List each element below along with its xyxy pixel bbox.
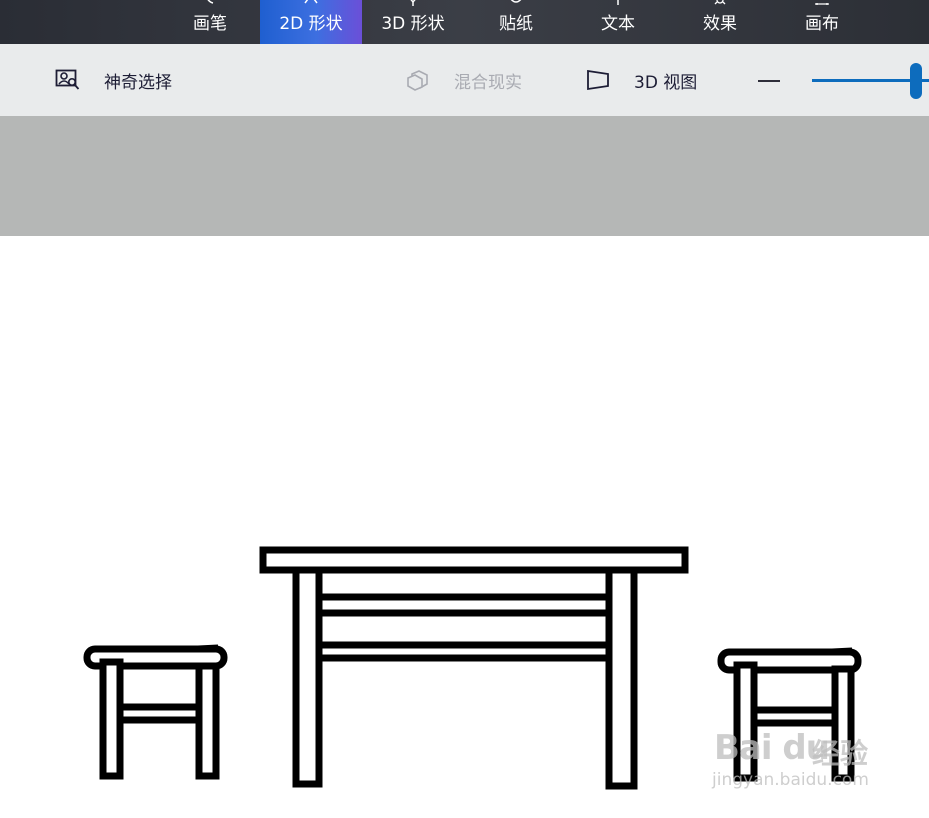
mixed-reality-label: 混合现实: [454, 72, 522, 93]
mixed-reality-button[interactable]: 混合现实: [406, 44, 522, 116]
tab-canvas[interactable]: 画布: [771, 0, 873, 44]
tab-stickers[interactable]: 贴纸: [465, 0, 567, 44]
magic-select-icon: [55, 69, 80, 90]
tab-label: 画布: [805, 14, 839, 34]
canvas-icon: [815, 3, 829, 5]
tab-label: 效果: [703, 14, 737, 34]
table-drawing: [259, 546, 689, 790]
left-stool-drawing: [83, 644, 228, 780]
tab-brushes[interactable]: 画笔: [159, 0, 261, 44]
tab-label: 画笔: [193, 14, 227, 34]
tab-label: 2D 形状: [279, 14, 343, 34]
3d-view-button[interactable]: 3D 视图: [586, 44, 697, 116]
tab-label: 文本: [601, 14, 635, 34]
zoom-slider-thumb[interactable]: [910, 63, 922, 99]
text-icon: [617, 0, 619, 5]
baidu-watermark: Bai du 经验 jingyan.baidu.com: [712, 728, 882, 798]
tab-label: 贴纸: [499, 14, 533, 34]
workspace-background: [0, 116, 929, 236]
watermark-url: jingyan.baidu.com: [712, 770, 869, 790]
effects-icon: [714, 0, 726, 5]
tab-label: 3D 形状: [381, 14, 445, 34]
2d-shapes-icon: [304, 0, 318, 4]
mixed-reality-icon: [407, 70, 428, 91]
magic-select-label: 神奇选择: [104, 72, 172, 93]
top-menu-bar: 画笔 2D 形状 3D 形状 贴纸 文本 效果 画布: [0, 0, 929, 44]
tab-effects[interactable]: 效果: [669, 0, 771, 44]
3d-shapes-icon: [410, 0, 416, 6]
tab-2d-shapes[interactable]: 2D 形状: [260, 0, 362, 44]
sticker-icon: [510, 0, 522, 3]
3d-view-label: 3D 视图: [634, 72, 698, 93]
3d-view-icon: [587, 69, 609, 91]
tab-text[interactable]: 文本: [567, 0, 669, 44]
zoom-out-icon[interactable]: [758, 80, 780, 82]
tab-3d-shapes[interactable]: 3D 形状: [362, 0, 464, 44]
magic-select-button[interactable]: 神奇选择: [55, 44, 172, 116]
brush-icon: [207, 0, 214, 4]
tool-options-bar: 神奇选择 混合现实 3D 视图: [0, 44, 929, 116]
watermark-brand-cn: 经验: [812, 737, 869, 770]
